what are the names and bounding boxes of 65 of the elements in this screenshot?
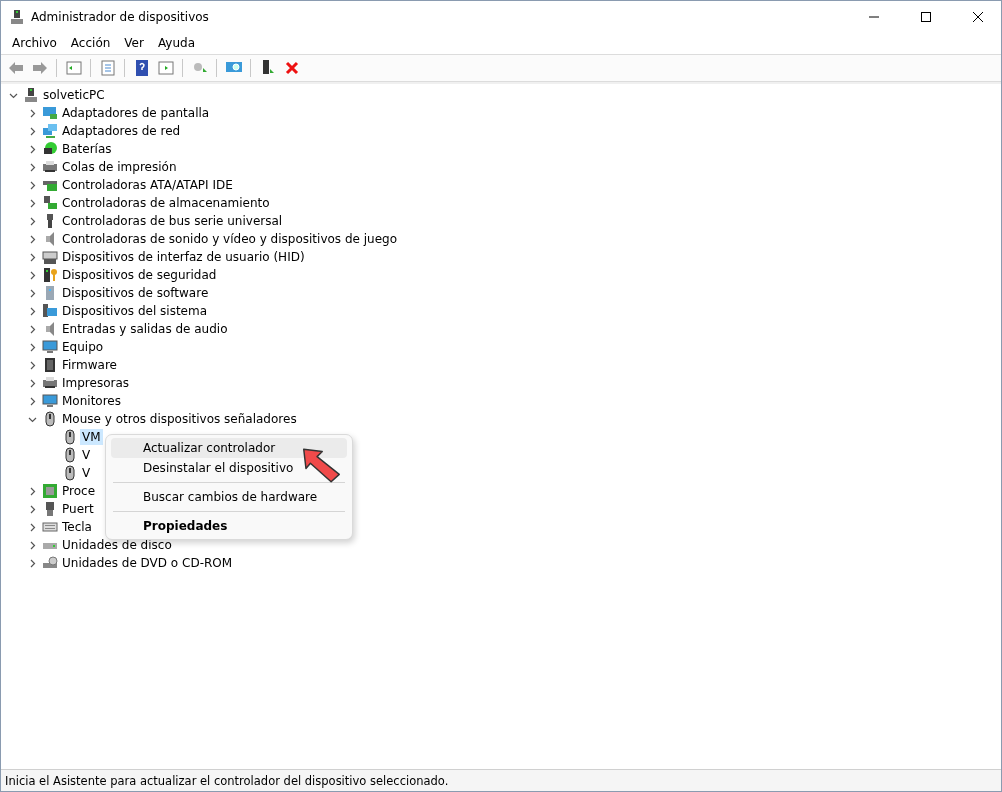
tree-item[interactable]: Firmware (60, 357, 119, 373)
computer-icon (23, 87, 39, 103)
tree-item[interactable]: Unidades de DVD o CD-ROM (60, 555, 235, 571)
system-icon (42, 303, 58, 319)
menu-item[interactable]: Ayuda (150, 36, 202, 50)
menu-item[interactable]: Desinstalar el dispositivo (111, 458, 347, 478)
network-icon (42, 123, 58, 139)
tree-item[interactable]: Tecla (60, 519, 94, 535)
tree-item[interactable]: V (80, 447, 93, 463)
menu-item[interactable]: Propiedades (111, 516, 347, 536)
tree-item[interactable]: Impresoras (60, 375, 132, 391)
tree-item[interactable]: Controladoras ATA/ATAPI IDE (60, 177, 235, 193)
security-icon (42, 267, 58, 283)
tree-item[interactable]: solveticPC (41, 87, 107, 103)
hid-icon (42, 249, 58, 265)
status-text: Inicia el Asistente para actualizar el controlador del dispositivo seleccionado. (5, 773, 449, 788)
tree-item[interactable]: Dispositivos del sistema (60, 303, 210, 319)
menu-item[interactable]: Actualizar controlador (111, 438, 347, 458)
keyboard-icon (42, 519, 58, 535)
printer-icon (42, 159, 58, 175)
tree-item[interactable]: Dispositivos de software (60, 285, 211, 301)
storage-icon (42, 195, 58, 211)
pointer-arrow-icon (301, 447, 342, 484)
tree-item[interactable]: Colas de impresión (60, 159, 179, 175)
tree-item[interactable]: Dispositivos de interfaz de usuario (HID) (60, 249, 307, 265)
menu-item[interactable]: Buscar cambios de hardware (111, 487, 347, 507)
close-icon (973, 11, 983, 22)
tree-item[interactable]: Mouse y otros dispositivos señaladores (60, 411, 299, 427)
maximize-icon (921, 11, 931, 22)
tree-item[interactable]: Controladoras de sonido y vídeo y dispositivos de juego (60, 231, 399, 247)
tree-item[interactable]: Adaptadores de red (60, 123, 183, 139)
menu-item[interactable]: Archivo (5, 36, 64, 50)
tree-item[interactable]: Entradas y salidas de audio (60, 321, 230, 337)
dvd-icon (42, 555, 58, 571)
mouse-icon (62, 429, 78, 445)
forward-icon (30, 59, 49, 77)
window-title: Administrador de dispositivos (31, 9, 210, 24)
mouse-icon (42, 411, 58, 427)
cpu-icon (42, 483, 58, 499)
computer-icon (9, 8, 25, 25)
tree-item[interactable]: Adaptadores de pantalla (60, 105, 212, 121)
menu-item[interactable]: Acción (63, 36, 118, 50)
console-tree-icon (64, 59, 83, 77)
tree-item[interactable]: VM (80, 429, 103, 445)
printer-icon (42, 375, 58, 391)
tree-item[interactable]: Unidades de disco (60, 537, 174, 553)
monitor-icon (42, 393, 58, 409)
mouse-icon (62, 447, 78, 463)
tree-item[interactable]: Controladoras de almacenamiento (60, 195, 272, 211)
tree-item[interactable]: Proce (60, 483, 98, 499)
tree-item[interactable]: V (80, 465, 93, 481)
tree-item[interactable]: Puert (60, 501, 96, 517)
tree-item[interactable]: Baterías (60, 141, 114, 157)
tree-item[interactable]: Equipo (60, 339, 106, 355)
tree-item[interactable]: Monitores (60, 393, 123, 409)
mouse-icon (62, 465, 78, 481)
chip-icon (42, 357, 58, 373)
menu-item[interactable]: Ver (117, 36, 151, 50)
display-icon (42, 105, 58, 121)
monitor-icon (42, 339, 58, 355)
tree-item[interactable]: Dispositivos de seguridad (60, 267, 219, 283)
battery-icon (42, 141, 58, 157)
properties-icon (98, 59, 117, 77)
tree-item[interactable]: Controladoras de bus serie universal (60, 213, 285, 229)
action-pane-icon (156, 59, 175, 77)
